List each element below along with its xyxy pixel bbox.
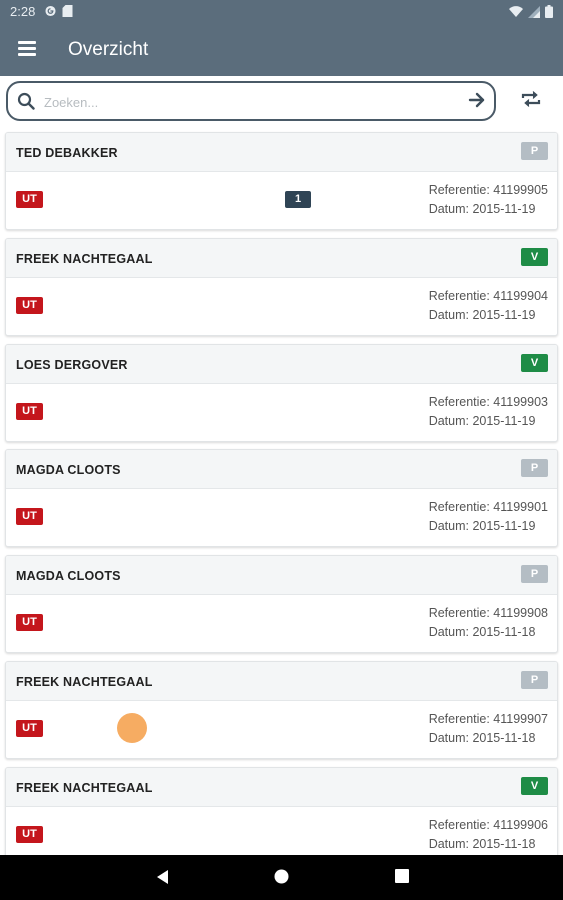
type-badge: UT (16, 720, 43, 737)
touch-indicator (117, 713, 147, 743)
recents-icon[interactable] (395, 869, 409, 883)
state-badge: V (521, 247, 548, 266)
sd-card-icon (62, 5, 73, 17)
status-bar: 2:28 (0, 0, 563, 24)
signal-icon (528, 5, 540, 18)
list-item-header: MAGDA CLOOTS P (6, 556, 557, 596)
wifi-icon (509, 5, 523, 17)
state-badge: V (521, 776, 548, 795)
list-item[interactable]: FREEK NACHTEGAAL V UT Referentie: 41199906 D… (5, 766, 558, 855)
list-item[interactable]: LOES DERGOVER V UT Referentie: 41199903 Datu… (5, 343, 558, 442)
referentie-text: Referentie: 41199904 (428, 288, 548, 303)
type-badge: UT (16, 825, 43, 843)
count-badge: 1 (285, 191, 311, 208)
search-input[interactable] (42, 91, 466, 113)
type-badge: UT (16, 614, 43, 632)
type-badge: UT (16, 191, 43, 208)
search-icon (17, 92, 35, 110)
customer-name: FREEK NACHTEGAAL (16, 780, 153, 795)
list-item[interactable]: MAGDA CLOOTS P UT Referentie: 41199901 Datum… (5, 449, 558, 548)
item-meta: Referentie: 41199903 Datum: 2015-11-19 (429, 393, 548, 431)
search-row (0, 76, 563, 130)
customer-name: FREEK NACHTEGAAL (16, 675, 153, 689)
list-item-header: FREEK NACHTEGAAL V (6, 238, 557, 278)
item-meta: Referentie: 41199906 Datum: 2015-11-18 (429, 816, 548, 854)
datum-text: Datum: 2015-11-19 (428, 519, 536, 534)
referentie-text: Referentie: 41199905 (428, 183, 548, 197)
referentie-text: Referentie: 41199903 (428, 394, 548, 409)
app-bar: Overzicht (0, 24, 563, 76)
home-icon[interactable] (274, 869, 289, 884)
list-item[interactable]: TED DEBAKKER P UT 1 Referentie: 41199905 Datu… (5, 132, 558, 230)
status-time: 2:28 (10, 4, 36, 19)
page-title: Overzicht (68, 39, 149, 60)
overview-list: TED DEBAKKER P UT 1 Referentie: 41199905 Datu… (0, 130, 563, 855)
item-meta: Referentie: 41199907 Datum: 2015-11-18 (429, 710, 548, 748)
item-meta: Referentie: 41199905 Datum: 2015-11-19 (429, 181, 548, 219)
state-badge: P (521, 671, 548, 689)
list-item[interactable]: FREEK NACHTEGAAL P UT Referentie: 41199907 D… (5, 661, 558, 759)
menu-icon[interactable] (18, 41, 36, 57)
datum-text: Datum: 2015-11-19 (428, 413, 536, 428)
type-badge: UT (16, 508, 43, 526)
datum-text: Datum: 2015-11-19 (428, 202, 536, 216)
g-icon (45, 5, 56, 17)
referentie-text: Referentie: 41199908 (428, 606, 548, 621)
customer-name: MAGDA CLOOTS (16, 463, 121, 478)
arrow-right-icon[interactable] (468, 91, 486, 109)
item-meta: Referentie: 41199901 Datum: 2015-11-19 (429, 498, 548, 536)
list-item[interactable]: FREEK NACHTEGAAL V UT Referentie: 41199904 D… (5, 237, 558, 336)
list-item[interactable]: MAGDA CLOOTS P UT Referentie: 41199908 Datum… (5, 555, 558, 654)
state-badge: P (521, 565, 548, 584)
back-icon[interactable] (155, 869, 169, 885)
sync-icon[interactable] (520, 90, 542, 108)
type-badge: UT (16, 402, 43, 420)
item-meta: Referentie: 41199904 Datum: 2015-11-19 (429, 287, 548, 325)
datum-text: Datum: 2015-11-19 (428, 307, 536, 322)
search-box[interactable] (6, 81, 496, 121)
customer-name: LOES DERGOVER (16, 357, 128, 372)
type-badge: UT (16, 296, 43, 314)
datum-text: Datum: 2015-11-18 (428, 731, 536, 745)
list-item-header: FREEK NACHTEGAAL P (6, 662, 557, 701)
datum-text: Datum: 2015-11-18 (428, 625, 536, 640)
list-item-header: MAGDA CLOOTS P (6, 450, 557, 490)
state-badge: P (521, 459, 548, 478)
item-meta: Referentie: 41199908 Datum: 2015-11-18 (429, 604, 548, 642)
navigation-bar (0, 855, 563, 900)
state-badge: P (521, 142, 548, 160)
list-item-header: LOES DERGOVER V (6, 344, 557, 384)
datum-text: Datum: 2015-11-18 (428, 836, 536, 851)
list-item-header: TED DEBAKKER P (6, 133, 557, 172)
referentie-text: Referentie: 41199901 (428, 500, 548, 515)
referentie-text: Referentie: 41199906 (428, 817, 548, 832)
customer-name: FREEK NACHTEGAAL (16, 251, 153, 266)
battery-icon (545, 5, 553, 18)
list-item-header: FREEK NACHTEGAAL V (6, 767, 557, 807)
state-badge: V (521, 353, 548, 372)
referentie-text: Referentie: 41199907 (428, 712, 548, 726)
customer-name: MAGDA CLOOTS (16, 569, 121, 584)
customer-name: TED DEBAKKER (16, 146, 118, 160)
